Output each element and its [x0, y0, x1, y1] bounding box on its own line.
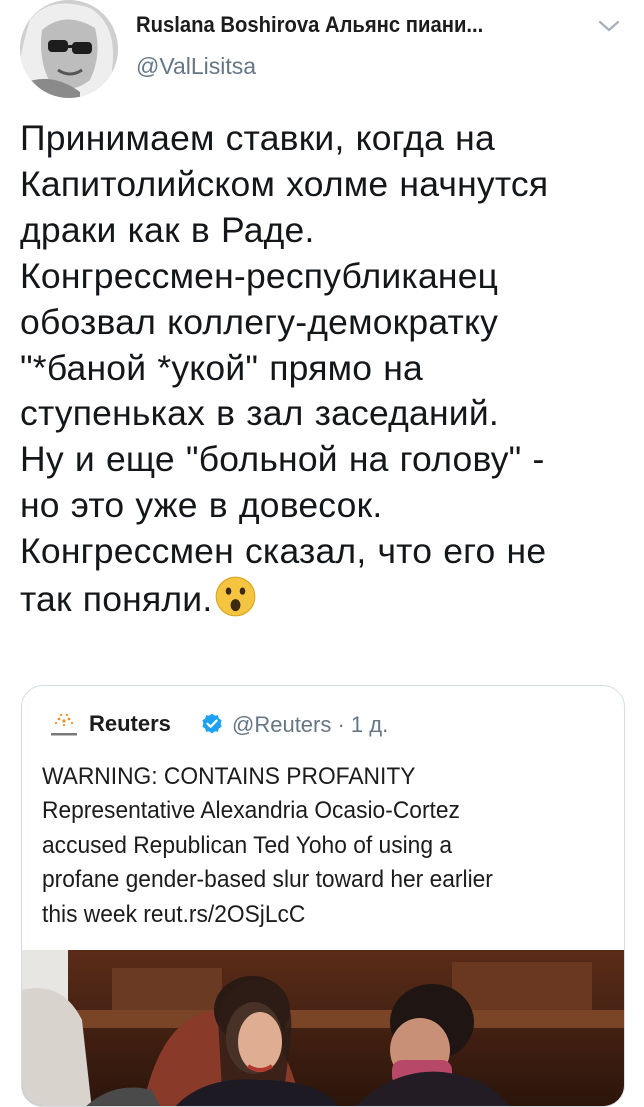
verified-badge-icon: [202, 713, 222, 734]
tweet-line: так поняли.: [20, 579, 213, 620]
tweet-last-line: так поняли.: [20, 575, 630, 623]
quoted-author-name[interactable]: Reuters: [89, 711, 171, 737]
tweet-text: Принимаем ставки, когда на Капитолийском…: [20, 116, 630, 623]
avatar[interactable]: [20, 0, 118, 98]
tweet-line: Конгрессмен-республиканец: [20, 255, 499, 296]
tweet-line: обозвал коллегу-демократку: [20, 301, 499, 342]
quoted-line: accused Republican Ted Yoho of using a: [42, 831, 453, 859]
quoted-handle-time[interactable]: @Reuters · 1 д.: [232, 712, 388, 738]
tweet-line: Капитолийском холме начнутся: [20, 163, 549, 204]
author-name[interactable]: Ruslana Boshirova Альянс пиани...: [136, 12, 483, 38]
avatar-image: [20, 0, 118, 98]
quoted-line: this week reut.rs/2OSjLcC: [42, 900, 306, 928]
quoted-line: WARNING: CONTAINS PROFANITY: [42, 763, 416, 790]
tweet-line: драки как в Раде.: [20, 209, 315, 250]
quoted-tweet-card[interactable]: Reuters @Reuters · 1 д. WARNING: CONTAIN…: [21, 685, 625, 1107]
tweet-line: но это уже в довесок.: [20, 485, 383, 526]
tweet-line: Принимаем ставки, когда на: [20, 118, 495, 158]
tweet-line: Ну и еще "больной на голову" -: [20, 439, 545, 480]
tweet-line: "*баной *укой" прямо на: [20, 347, 424, 388]
tweet-line: Конгрессмен сказал, что его не: [20, 531, 547, 572]
quoted-line: Representative Alexandria Ocasio-Cortez: [42, 797, 460, 825]
astonished-face-emoji: [216, 576, 256, 617]
chevron-down-icon[interactable]: [597, 18, 621, 34]
author-handle[interactable]: @ValLisitsa: [136, 53, 256, 80]
quoted-media-image[interactable]: [22, 950, 624, 1106]
reuters-logo: [51, 713, 77, 736]
quoted-line: profane gender-based slur toward her ear…: [42, 866, 493, 894]
tweet-line: ступеньках в зал заседаний.: [20, 393, 499, 434]
media-photo: [22, 950, 624, 1106]
quoted-tweet-text: WARNING: CONTAINS PROFANITY Representati…: [42, 760, 572, 932]
